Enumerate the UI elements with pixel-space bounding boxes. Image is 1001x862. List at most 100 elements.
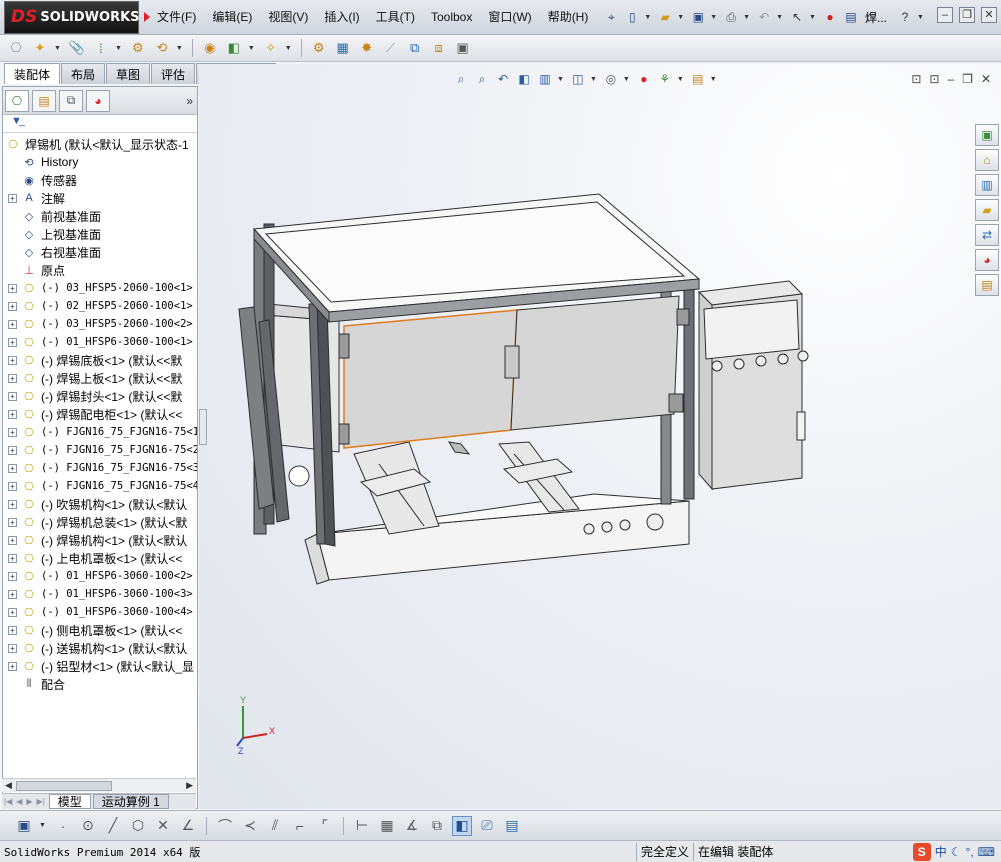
appearances-icon[interactable]: ◕ xyxy=(975,249,999,271)
edit-component-icon[interactable]: ⎔ xyxy=(6,38,26,58)
tree-node-component[interactable]: + ⎔ (-) FJGN16_75_FJGN16-75<1> xyxy=(3,423,197,441)
mirror-icon[interactable]: ≺ xyxy=(240,816,260,836)
tree-node-component[interactable]: + ⎔ (-) 焊锡机构<1> (默认<默认 xyxy=(3,531,197,549)
displaymanager-icon[interactable]: ◕ xyxy=(86,89,110,112)
fillet-icon[interactable]: ⌒ xyxy=(215,816,235,836)
save-bottom-icon[interactable]: ▣ xyxy=(14,816,34,836)
minimize-icon[interactable]: – xyxy=(937,7,953,23)
expand-toggle-icon[interactable]: + xyxy=(8,535,17,545)
menu-item[interactable]: 窗口(W) xyxy=(480,0,539,35)
relation-icon[interactable]: ∡ xyxy=(402,816,422,836)
expand-toggle-icon[interactable]: + xyxy=(8,301,17,311)
expand-toggle-icon[interactable]: + xyxy=(8,499,17,509)
custom-properties-icon[interactable]: ▤ xyxy=(975,274,999,296)
tab-2[interactable]: 草图 xyxy=(106,63,151,84)
insert-components-icon[interactable]: ✦ xyxy=(30,38,50,58)
bill-of-materials-icon[interactable]: ▦ xyxy=(333,38,353,58)
expand-toggle-icon[interactable]: + xyxy=(8,463,17,473)
filter-bar[interactable]: ▼̲ xyxy=(3,115,197,133)
propertymanager-icon[interactable]: ▤ xyxy=(32,89,56,112)
view-cube-icon[interactable]: ⧉ xyxy=(427,816,447,836)
featuremanager-tree-icon[interactable]: ⎔ xyxy=(5,89,29,112)
help-dropdown-icon[interactable]: ▼ xyxy=(917,14,924,21)
tree-node-component[interactable]: + ⎔ (-) 吹锡机构<1> (默认<默认 xyxy=(3,495,197,513)
grid-icon[interactable]: ▦ xyxy=(377,816,397,836)
undo-icon[interactable]: ↶ xyxy=(755,8,773,26)
expand-toggle-icon[interactable]: + xyxy=(8,643,17,653)
new-document-icon[interactable]: ▯ xyxy=(623,8,641,26)
expand-toggle-icon[interactable]: + xyxy=(8,409,17,419)
undo-dropdown-icon[interactable]: ▼ xyxy=(776,14,783,21)
assembly-features-dropdown-icon[interactable]: ▼ xyxy=(248,45,255,52)
expand-toggle-icon[interactable]: + xyxy=(8,571,17,581)
print-dropdown-icon[interactable]: ▼ xyxy=(743,14,750,21)
solidworks-resources-icon[interactable]: ▣ xyxy=(975,124,999,146)
menu-item[interactable]: 视图(V) xyxy=(260,0,316,35)
expand-toggle-icon[interactable]: + xyxy=(8,283,17,293)
shaded-view-icon[interactable]: ◧ xyxy=(451,815,472,836)
show-hidden-components-icon[interactable]: ◉ xyxy=(200,38,220,58)
expand-toggle-icon[interactable]: + xyxy=(8,517,17,527)
render-tools-icon[interactable]: ⎚ xyxy=(477,816,497,836)
mate-icon[interactable]: 📎 xyxy=(67,38,87,58)
smart-fasteners-icon[interactable]: ⚙ xyxy=(128,38,148,58)
tree-node-component[interactable]: + ⎔ (-) 铝型材<1> (默认<默认_显 xyxy=(3,657,197,675)
tree-node-origin[interactable]: ⊥ 原点 xyxy=(3,261,197,279)
tab-model[interactable]: 模型 xyxy=(48,794,91,809)
move-component-icon[interactable]: ⟲ xyxy=(152,38,172,58)
expand-toggle-icon[interactable]: + xyxy=(8,481,17,491)
tab-3[interactable]: 评估 xyxy=(151,63,196,84)
instant3d-icon[interactable]: ⧈ xyxy=(429,38,449,58)
pin-icon[interactable]: ⌖ xyxy=(602,8,620,26)
menu-item[interactable]: 编辑(E) xyxy=(204,0,260,35)
expand-toggle-icon[interactable]: + xyxy=(8,553,17,563)
new-motion-study-icon[interactable]: ⚙ xyxy=(309,38,329,58)
tree-node-component[interactable]: + ⎔ (-) 焊锡机总装<1> (默认<默 xyxy=(3,513,197,531)
dashed-corner-icon[interactable]: ⌜ xyxy=(315,816,335,836)
tree-node-component[interactable]: + ⎔ (-) 侧电机罩板<1> (默认<< xyxy=(3,621,197,639)
expand-toggle-icon[interactable]: + xyxy=(8,661,17,671)
print-icon[interactable]: ⎙ xyxy=(722,8,740,26)
scroll-left-icon[interactable]: ◀ xyxy=(5,780,12,791)
last-tab-icon[interactable]: ▶| xyxy=(35,797,47,806)
save-icon[interactable]: ▣ xyxy=(689,8,707,26)
ime-indicator[interactable]: S 中 ☾ °, ⌨ xyxy=(912,842,1001,861)
file-properties-icon[interactable]: ▤ xyxy=(842,8,860,26)
table-icon[interactable]: ▤ xyxy=(502,816,522,836)
interference-detection-icon[interactable]: ⧉ xyxy=(405,38,425,58)
line-icon[interactable]: ╱ xyxy=(103,816,123,836)
tab-motion-study[interactable]: 运动算例 1 xyxy=(92,794,169,809)
home-icon[interactable]: ⌂ xyxy=(975,149,999,171)
tree-root-assembly[interactable]: ⎔ 焊锡机 (默认<默认_显示状态-1 xyxy=(3,135,197,153)
select-arrow-icon[interactable]: ↖ xyxy=(788,8,806,26)
expand-toggle-icon[interactable]: + xyxy=(8,625,17,635)
assembly-features-icon[interactable]: ◧ xyxy=(224,38,244,58)
point-icon[interactable]: · xyxy=(53,816,73,836)
tree-node-component[interactable]: + ⎔ (-) FJGN16_75_FJGN16-75<2> xyxy=(3,441,197,459)
large-assembly-mode-icon[interactable]: ▣ xyxy=(453,38,473,58)
reference-geometry-dropdown-icon[interactable]: ▼ xyxy=(285,45,292,52)
menu-item[interactable]: 工具(T) xyxy=(368,0,423,35)
close-icon[interactable]: ✕ xyxy=(981,7,997,23)
trim-icon[interactable]: ✕ xyxy=(153,816,173,836)
tree-horizontal-scrollbar[interactable]: ◀ ▶ xyxy=(2,778,196,792)
tree-node-component[interactable]: + ⎔ (-) 焊锡配电柜<1> (默认<< xyxy=(3,405,197,423)
reference-geometry-icon[interactable]: ✧ xyxy=(261,38,281,58)
tree-node-component[interactable]: + ⎔ (-) 03_HFSP5-2060-100<2> xyxy=(3,315,197,333)
expand-toggle-icon[interactable]: + xyxy=(8,337,17,347)
tree-node-component[interactable]: + ⎔ (-) 上电机罩板<1> (默认<< xyxy=(3,549,197,567)
expand-toggle-icon[interactable]: + xyxy=(8,589,17,599)
scroll-right-icon[interactable]: ▶ xyxy=(186,780,193,791)
tree-node-component[interactable]: + ⎔ (-) 焊锡上板<1> (默认<<默 xyxy=(3,369,197,387)
linear-pattern-icon[interactable]: ⁞ xyxy=(91,38,111,58)
expand-toggle-icon[interactable]: + xyxy=(8,193,17,203)
tree-node-component[interactable]: + ⎔ (-) 01_HFSP6-3060-100<1> xyxy=(3,333,197,351)
tree-node-annotation[interactable]: + A 注解 xyxy=(3,189,197,207)
tree-node-component[interactable]: + ⎔ (-) 02_HFSP5-2060-100<1> xyxy=(3,297,197,315)
save-dropdown-icon[interactable]: ▼ xyxy=(710,14,717,21)
tree-node-component[interactable]: + ⎔ (-) 01_HFSP6-3060-100<2> xyxy=(3,567,197,585)
expand-toggle-icon[interactable]: + xyxy=(8,445,17,455)
scrollbar-thumb[interactable] xyxy=(16,781,112,791)
tree-node-component[interactable]: + ⎔ (-) FJGN16_75_FJGN16-75<4> xyxy=(3,477,197,495)
sogou-ime-icon[interactable]: S xyxy=(912,842,931,861)
